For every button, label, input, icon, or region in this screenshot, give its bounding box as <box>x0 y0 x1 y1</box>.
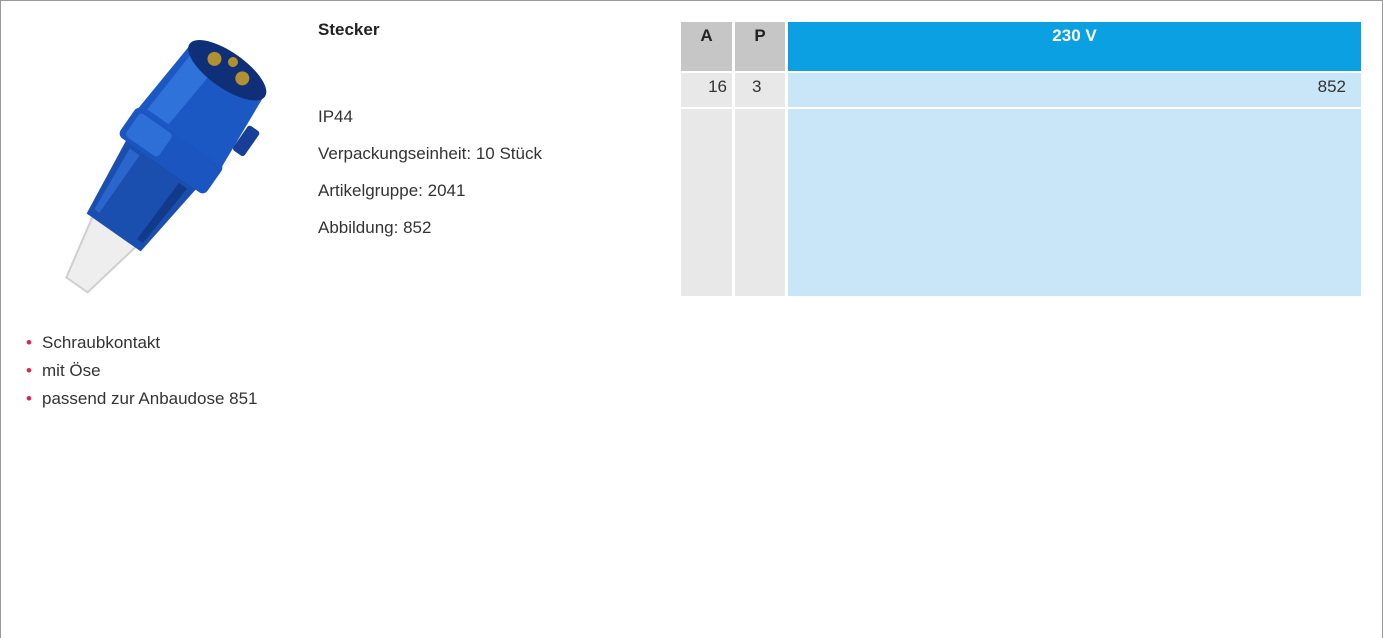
list-item: • Schraubkontakt <box>26 333 258 361</box>
feature-text: mit Öse <box>42 361 101 380</box>
cell-ampere: 16 <box>681 73 732 107</box>
spec-article-group: Artikelgruppe: 2041 <box>318 181 466 200</box>
column-header-voltage: 230 V <box>788 22 1361 71</box>
cell-poles: 3 <box>735 73 785 107</box>
list-item: • mit Öse <box>26 361 258 389</box>
product-specs: IP44 Verpackungseinheit: 10 Stück Artike… <box>318 107 542 255</box>
column-header-ampere: A <box>681 22 732 71</box>
feature-list: • Schraubkontakt • mit Öse • passend zur An… <box>26 333 258 417</box>
bullet-icon: • <box>26 333 32 352</box>
spec-illustration: Abbildung: 852 <box>318 218 432 237</box>
cee-plug-blue-icon <box>65 40 267 294</box>
bullet-icon: • <box>26 389 32 408</box>
product-title: Stecker <box>318 20 380 39</box>
empty-cell <box>735 109 785 296</box>
empty-cell <box>681 109 732 296</box>
feature-text: Schraubkontakt <box>42 333 161 352</box>
spec-ip-rating: IP44 <box>318 107 353 126</box>
list-item: • passend zur Anbaudose 851 <box>26 389 258 417</box>
empty-cell <box>788 109 1361 296</box>
column-header-poles: P <box>735 22 785 71</box>
feature-text: passend zur Anbaudose 851 <box>42 389 258 408</box>
spec-packaging-unit: Verpackungseinheit: 10 Stück <box>318 144 542 163</box>
bullet-icon: • <box>26 361 32 380</box>
cell-article-number[interactable]: 852 <box>788 73 1361 107</box>
